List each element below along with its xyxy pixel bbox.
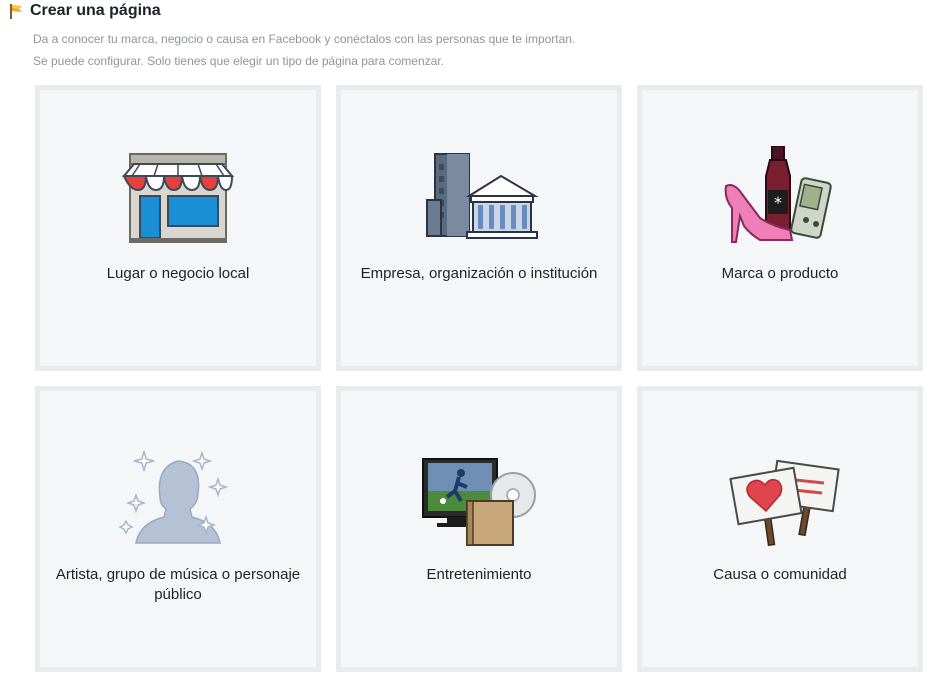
svg-text:*: * <box>774 193 782 212</box>
category-tile-body: Causa o comunidad <box>642 391 918 667</box>
category-tile-body: * Marca o producto <box>642 90 918 366</box>
category-tile-body: Artista, grupo de música o personaje púb… <box>40 391 316 667</box>
category-label: Marca o producto <box>721 265 839 282</box>
category-label: Causa o comunidad <box>713 566 847 583</box>
category-tile-public-figure[interactable]: Artista, grupo de música o personaje púb… <box>35 386 321 672</box>
protest-signs-icon <box>720 447 840 547</box>
category-tile-cause[interactable]: Causa o comunidad <box>637 386 923 672</box>
category-label: Artista, grupo de música o personaje púb… <box>55 566 301 603</box>
page-title: Crear una página <box>30 2 161 19</box>
create-page-panel: Crear una página Da a conocer tu marca, … <box>0 0 929 682</box>
category-tile-body: Lugar o negocio local <box>40 90 316 366</box>
description-line-1: Da a conocer tu marca, negocio o causa e… <box>33 32 576 46</box>
category-tile-body: Entretenimiento <box>341 391 617 667</box>
category-tile-entertainment[interactable]: Entretenimiento <box>336 386 622 672</box>
products-icon: * <box>720 145 840 246</box>
category-tile-company[interactable]: Empresa, organización o institución <box>336 85 622 371</box>
page-header: Crear una página <box>8 2 161 20</box>
buildings-icon <box>419 146 539 246</box>
category-label: Empresa, organización o institución <box>360 265 598 282</box>
category-tile-brand[interactable]: * Marca o producto <box>637 85 923 371</box>
category-label: Lugar o negocio local <box>106 265 250 282</box>
storefront-icon <box>118 146 238 246</box>
public-figure-icon <box>118 447 238 547</box>
description-line-2: Se puede configurar. Solo tienes que ele… <box>33 54 444 68</box>
category-tile-body: Empresa, organización o institución <box>341 90 617 366</box>
entertainment-icon <box>419 447 539 547</box>
category-label: Entretenimiento <box>426 566 532 583</box>
orange-flag-icon <box>8 3 24 19</box>
category-tile-local-business[interactable]: Lugar o negocio local <box>35 85 321 371</box>
